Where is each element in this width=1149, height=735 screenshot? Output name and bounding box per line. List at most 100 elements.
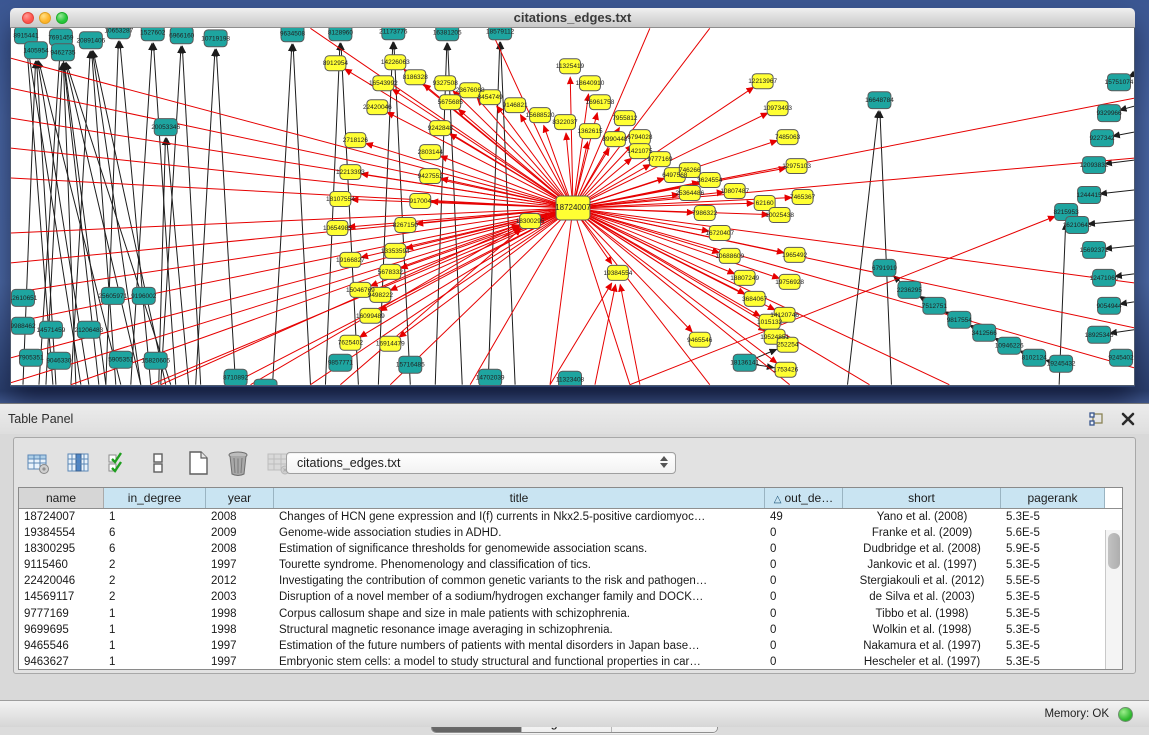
memory-status-label: Memory: OK	[1044, 701, 1109, 727]
table-cell: Tibbo et al. (1998)	[843, 606, 1001, 622]
svg-text:8267150: 8267150	[393, 222, 419, 229]
vertical-scrollbar[interactable]	[1105, 530, 1122, 669]
table-cell: Dudbridge et al. (2008)	[843, 541, 1001, 557]
table-cell: 5.5E-5	[1001, 573, 1105, 589]
table-cell: 49	[765, 509, 843, 525]
table-cell: Hescheler et al. (1997)	[843, 654, 1001, 669]
svg-text:12975103: 12975103	[782, 163, 811, 170]
scrollbar-thumb[interactable]	[1108, 533, 1120, 569]
svg-text:9498222: 9498222	[368, 292, 394, 299]
network-window-titlebar[interactable]: citations_edges.txt	[10, 8, 1135, 28]
table-cell: 18300295	[19, 541, 104, 557]
svg-text:16543992: 16543992	[369, 80, 398, 87]
table-row[interactable]: 946362711997Embryonic stem cells: a mode…	[19, 654, 1122, 669]
table-cell: 9115460	[19, 557, 104, 573]
column-header-short[interactable]: short	[843, 488, 1001, 508]
svg-text:16720407: 16720407	[705, 230, 734, 237]
table-cell: Genome-wide association studies in ADHD.	[274, 525, 765, 541]
svg-text:9146821: 9146821	[503, 102, 529, 109]
status-bar: Memory: OK	[0, 700, 1149, 727]
table-cell: 5.3E-5	[1001, 638, 1105, 654]
table-cell: 2003	[206, 589, 274, 605]
svg-text:7625402: 7625402	[338, 340, 364, 347]
table-row[interactable]: 1872400712008Changes of HCN gene express…	[19, 509, 1122, 525]
svg-text:9988462: 9988462	[11, 323, 36, 330]
network-graph[interactable]: 1872400722420046271812612213393181075541…	[11, 28, 1134, 385]
table-row[interactable]: 969969511998Structural magnetic resonanc…	[19, 622, 1122, 638]
minimize-window-button[interactable]	[39, 12, 51, 24]
table-cell: de Silva et al. (2003)	[843, 589, 1001, 605]
edit-columns-icon[interactable]	[64, 449, 92, 477]
column-header-title[interactable]: title	[274, 488, 765, 508]
table-cell: 2012	[206, 573, 274, 589]
column-header-in_degree[interactable]: in_degree	[104, 488, 206, 508]
table-cell: Estimation of the future numbers of pati…	[274, 638, 765, 654]
svg-text:10719198: 10719198	[201, 35, 230, 42]
svg-text:15820605: 15820605	[141, 358, 170, 365]
svg-text:9465546: 9465546	[687, 337, 713, 344]
table-header-row: namein_degreeyeartitle△out_de…shortpager…	[19, 488, 1122, 509]
table-row[interactable]: 911546021997Tourette syndrome. Phenomeno…	[19, 557, 1122, 573]
svg-text:8215953: 8215953	[1054, 209, 1080, 216]
table-body: 1872400712008Changes of HCN gene express…	[19, 509, 1122, 669]
table-cell: Jankovic et al. (1997)	[843, 557, 1001, 573]
table-selector-dropdown[interactable]: citations_edges.txt	[286, 452, 676, 474]
table-cell: 5.3E-5	[1001, 509, 1105, 525]
svg-text:746266: 746266	[679, 167, 701, 174]
table-cell: 2009	[206, 525, 274, 541]
close-window-button[interactable]	[22, 12, 34, 24]
svg-text:2718126: 2718126	[343, 137, 369, 144]
svg-text:16914479: 16914479	[376, 341, 405, 348]
svg-text:8454749: 8454749	[478, 94, 504, 101]
table-cell: 22420046	[19, 573, 104, 589]
svg-text:16099489: 16099489	[356, 313, 385, 320]
float-panel-icon[interactable]	[1087, 410, 1105, 428]
svg-text:5678332: 5678332	[378, 269, 404, 276]
table-cell: 0	[765, 654, 843, 669]
table-row[interactable]: 977716911998Corpus callosum shape and si…	[19, 606, 1122, 622]
table-cell: 0	[765, 557, 843, 573]
table-row[interactable]: 1456911722003Disruption of a novel membe…	[19, 589, 1122, 605]
svg-text:5905351: 5905351	[108, 357, 134, 364]
column-header-year[interactable]: year	[206, 488, 274, 508]
table-row[interactable]: 946554611997Estimation of the future num…	[19, 638, 1122, 654]
network-canvas[interactable]: 1872400722420046271812612213393181075541…	[10, 28, 1135, 386]
desktop-background: citations_edges.txt 18724007224200462718…	[0, 0, 1149, 403]
column-header-name[interactable]: name	[19, 488, 104, 508]
table-row[interactable]: 1938455462009Genome-wide association stu…	[19, 525, 1122, 541]
delete-table-icon[interactable]	[224, 449, 252, 477]
table-cell: 19384554	[19, 525, 104, 541]
svg-text:16648784: 16648784	[865, 97, 894, 104]
table-cell: 1998	[206, 606, 274, 622]
svg-text:14120746: 14120746	[770, 312, 799, 319]
table-settings-icon[interactable]	[24, 449, 52, 477]
svg-text:18640910: 18640910	[576, 80, 605, 87]
row-options-icon[interactable]	[144, 449, 172, 477]
select-columns-icon[interactable]	[104, 449, 132, 477]
svg-text:20053346: 20053346	[151, 124, 180, 131]
svg-text:12213393: 12213393	[336, 169, 365, 176]
svg-text:15692371: 15692371	[1080, 247, 1109, 254]
table-cell: 5.6E-5	[1001, 525, 1105, 541]
svg-text:917004: 917004	[409, 198, 431, 205]
svg-text:15688520: 15688520	[526, 112, 555, 119]
svg-text:18925345: 18925345	[1085, 332, 1114, 339]
create-table-icon[interactable]	[184, 449, 212, 477]
svg-text:7512751: 7512751	[922, 303, 948, 310]
svg-text:18136141: 18136141	[730, 360, 759, 367]
column-header-pagerank[interactable]: pagerank	[1001, 488, 1105, 508]
table-cell: 2008	[206, 509, 274, 525]
table-cell: 1997	[206, 638, 274, 654]
table-cell: 1997	[206, 557, 274, 573]
column-header-out_de[interactable]: △out_de…	[765, 488, 843, 508]
close-panel-icon[interactable]	[1119, 410, 1137, 428]
table-row[interactable]: 2242004622012Investigating the contribut…	[19, 573, 1122, 589]
table-row[interactable]: 1830029562008Estimation of significance …	[19, 541, 1122, 557]
table-cell: 1997	[206, 654, 274, 669]
zoom-window-button[interactable]	[56, 12, 68, 24]
svg-text:15751074: 15751074	[1105, 79, 1134, 86]
svg-text:1527602: 1527602	[140, 29, 166, 36]
table-selector-value: citations_edges.txt	[297, 456, 401, 470]
svg-text:9857771: 9857771	[328, 360, 354, 367]
svg-text:6966160: 6966160	[169, 32, 195, 39]
